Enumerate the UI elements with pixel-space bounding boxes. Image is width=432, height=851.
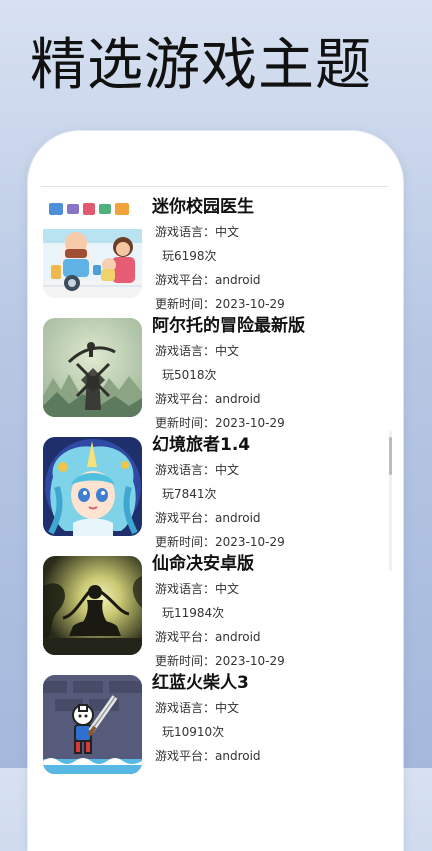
game-title[interactable]: 仙命决安卓版 — [152, 552, 254, 576]
game-language: 游戏语言：中文 — [155, 701, 240, 715]
game-updated-date: 更新时间：2023-10-29 — [155, 416, 285, 430]
game-item[interactable]: 幻境旅者1.4 游戏语言：中文 玩7841次 游戏平台：android 更新时间… — [43, 433, 383, 552]
game-play-count: 玩5018次 — [162, 368, 217, 382]
scrollbar-thumb[interactable] — [389, 437, 392, 475]
game-play-count: 玩7841次 — [162, 487, 217, 501]
game-icon-dream-traveler[interactable] — [43, 437, 142, 536]
game-item[interactable]: 阿尔托的冒险最新版 游戏语言：中文 玩5018次 游戏平台：android 更新… — [43, 314, 383, 433]
game-item[interactable]: 红蓝火柴人3 游戏语言：中文 玩10910次 游戏平台：android — [43, 671, 383, 790]
game-icon-immortal-fate[interactable] — [43, 556, 142, 655]
game-play-count: 玩11984次 — [162, 606, 225, 620]
game-artwork — [43, 437, 142, 536]
game-language: 游戏语言：中文 — [155, 344, 240, 358]
game-item[interactable]: 仙命决安卓版 游戏语言：中文 玩11984次 游戏平台：android 更新时间… — [43, 552, 383, 671]
game-icon-alto-adventure[interactable] — [43, 318, 142, 417]
phone-screen: 迷你校园医生 游戏语言：中文 玩6198次 游戏平台：android 更新时间：… — [28, 131, 403, 851]
game-updated-date: 更新时间：2023-10-29 — [155, 535, 285, 549]
game-title[interactable]: 阿尔托的冒险最新版 — [152, 314, 305, 338]
game-list: 迷你校园医生 游戏语言：中文 玩6198次 游戏平台：android 更新时间：… — [43, 195, 383, 790]
game-platform: 游戏平台：android — [155, 630, 261, 644]
game-platform: 游戏平台：android — [155, 511, 261, 525]
game-icon-red-blue-stickman[interactable] — [43, 675, 142, 774]
game-title[interactable]: 迷你校园医生 — [152, 195, 254, 219]
game-updated-date: 更新时间：2023-10-29 — [155, 297, 285, 311]
game-title[interactable]: 幻境旅者1.4 — [152, 433, 250, 457]
game-play-count: 玩10910次 — [162, 725, 225, 739]
game-icon-mini-school-doctor[interactable] — [43, 199, 142, 298]
page-headline: 精选游戏主题 — [30, 33, 372, 98]
game-artwork — [43, 318, 142, 417]
game-play-count: 玩6198次 — [162, 249, 217, 263]
game-artwork — [43, 199, 142, 298]
game-artwork — [43, 556, 142, 655]
game-platform: 游戏平台：android — [155, 749, 261, 763]
scrollbar[interactable] — [389, 431, 392, 571]
game-title[interactable]: 红蓝火柴人3 — [152, 671, 249, 695]
game-platform: 游戏平台：android — [155, 392, 261, 406]
game-language: 游戏语言：中文 — [155, 463, 240, 477]
game-platform: 游戏平台：android — [155, 273, 261, 287]
game-language: 游戏语言：中文 — [155, 225, 240, 239]
game-item[interactable]: 迷你校园医生 游戏语言：中文 玩6198次 游戏平台：android 更新时间：… — [43, 195, 383, 314]
game-updated-date: 更新时间：2023-10-29 — [155, 654, 285, 668]
game-language: 游戏语言：中文 — [155, 582, 240, 596]
list-top-divider — [41, 186, 388, 187]
game-artwork — [43, 675, 142, 774]
